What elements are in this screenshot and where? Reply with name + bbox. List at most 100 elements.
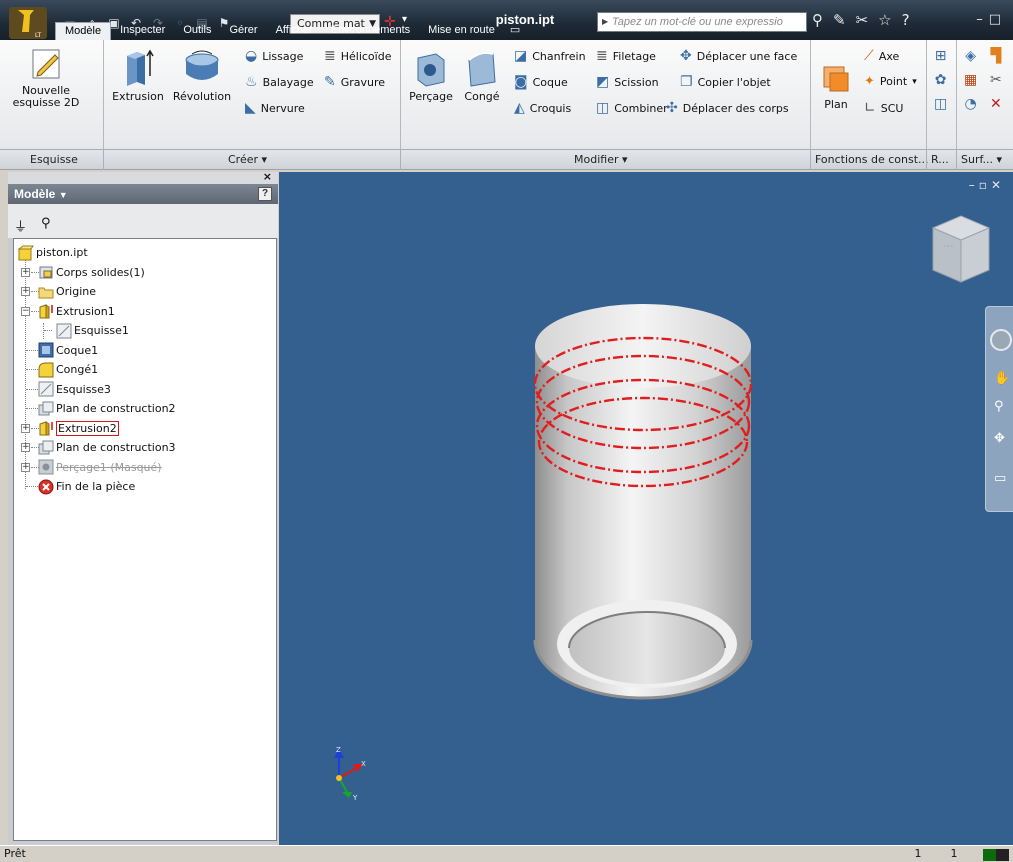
panel-r-label[interactable]: R... xyxy=(931,153,949,166)
close-icon[interactable]: × xyxy=(263,170,272,183)
gravure-button[interactable]: ✎ Gravure xyxy=(324,74,385,90)
binoculars-icon[interactable]: ⚲ xyxy=(812,11,823,29)
ucs-icon: ∟ xyxy=(864,100,876,116)
thicken-icon[interactable]: ◈ xyxy=(965,48,976,64)
tree-item-coque1[interactable]: Coque1 xyxy=(14,341,276,361)
panel-creer-label[interactable]: Créer ▾ xyxy=(228,153,267,166)
tab-outils[interactable]: Outils xyxy=(174,22,220,40)
helicoide-button[interactable]: ≣ Hélicoïde xyxy=(324,48,391,64)
deplacer-face-button[interactable]: ✥ Déplacer une face xyxy=(680,48,797,64)
revolution-button[interactable]: Révolution xyxy=(170,46,234,103)
browser-header[interactable]: Modèle ▼ ? xyxy=(8,184,278,204)
panel-fonctions-label[interactable]: Fonctions de const... xyxy=(815,153,929,166)
delete-face-icon[interactable]: ✕ xyxy=(990,96,1002,112)
deplacer-corps-button[interactable]: ✣ Déplacer des corps xyxy=(666,100,789,116)
nervure-button[interactable]: ◣ Nervure xyxy=(245,100,305,116)
tools-icon[interactable]: ✎ xyxy=(833,11,846,29)
copier-objet-button[interactable]: ❐ Copier l'objet xyxy=(680,74,771,90)
combiner-button[interactable]: ◫ Combiner xyxy=(596,100,668,116)
svg-text:LT: LT xyxy=(35,32,42,39)
minimize-icon[interactable]: – xyxy=(969,178,979,192)
chanfrein-button[interactable]: ◪ Chanfrein xyxy=(514,48,586,64)
ribbon-options-icon[interactable]: ▭ xyxy=(504,22,526,40)
tree-item-esquisse1[interactable]: Esquisse1 xyxy=(14,321,276,341)
copy-object-icon: ❐ xyxy=(680,74,693,90)
pan-icon[interactable]: ✋ xyxy=(994,371,1010,386)
coque-button[interactable]: ◙ Coque xyxy=(514,74,568,90)
help-icon[interactable]: ? xyxy=(902,11,910,29)
lissage-button[interactable]: ◒ Lissage xyxy=(245,48,303,64)
search-input[interactable]: ▶ Tapez un mot-clé ou une expressio xyxy=(597,12,807,32)
close-icon[interactable]: ✕ xyxy=(991,178,1005,192)
navigation-bar: ✋ ⚲ ✥ ▭ xyxy=(985,306,1013,512)
subscription-icon[interactable]: ✂ xyxy=(856,11,869,29)
circular-pattern-icon[interactable]: ✿ xyxy=(935,72,947,88)
solid-bodies-icon xyxy=(39,266,53,279)
zoom-icon[interactable]: ⚲ xyxy=(994,399,1004,414)
balayage-button[interactable]: ♨ Balayage xyxy=(245,74,314,90)
rectangular-pattern-icon[interactable]: ⊞ xyxy=(935,48,947,64)
tree-item-percage1[interactable]: + Perçage1 (Masqué) xyxy=(14,458,276,478)
expand-icon[interactable]: + xyxy=(21,443,30,453)
expand-icon[interactable]: + xyxy=(21,462,30,472)
work-point-icon: ✦ xyxy=(864,74,875,89)
scu-button[interactable]: ∟ SCU xyxy=(864,100,903,116)
patch-icon[interactable]: ◔ xyxy=(965,96,977,112)
tree-item-piston-ipt[interactable]: piston.ipt xyxy=(14,243,276,263)
expand-icon[interactable]: + xyxy=(21,423,30,433)
conge-button[interactable]: Congé xyxy=(460,46,504,103)
window-controls: –□ xyxy=(976,12,1007,27)
panel-modifier-label[interactable]: Modifier ▾ xyxy=(574,153,628,166)
tree-item-extrusion1[interactable]: − Extrusion1 xyxy=(14,302,276,322)
tree-item-conge1[interactable]: Congé1 xyxy=(14,360,276,380)
axe-button[interactable]: ⟋ Axe xyxy=(864,48,899,64)
tree-item-extrusion2[interactable]: + Extrusion2 xyxy=(14,419,276,439)
chevron-down-icon: ▼ xyxy=(58,190,68,200)
filter-icon[interactable]: ⏚ xyxy=(14,216,27,238)
tree-item-origine[interactable]: + Origine xyxy=(14,282,276,302)
minimize-icon[interactable]: – xyxy=(976,12,989,27)
help-icon[interactable]: ? xyxy=(258,187,272,201)
tab-modele[interactable]: Modèle xyxy=(55,22,112,40)
tab-afficher[interactable]: Afficher xyxy=(267,22,322,40)
expand-icon[interactable]: + xyxy=(21,287,30,297)
trim-icon[interactable]: ▜ xyxy=(990,48,1001,64)
new-sketch-button[interactable]: Nouvelle esquisse 2D xyxy=(10,46,82,109)
viewcube[interactable]: ◦◦◦ xyxy=(925,210,995,290)
favorites-icon[interactable]: ☆ xyxy=(878,11,891,29)
expand-icon[interactable]: + xyxy=(21,267,30,277)
binoculars-icon[interactable]: ⚲ xyxy=(41,216,51,238)
panel-surf-label[interactable]: Surf... ▾ xyxy=(961,153,1002,166)
tree-item-plan-construction2[interactable]: Plan de construction2 xyxy=(14,399,276,419)
percage-button[interactable]: Perçage xyxy=(406,46,456,103)
tree-item-esquisse3[interactable]: Esquisse3 xyxy=(14,380,276,400)
axis-x-label: X xyxy=(361,760,366,768)
scission-button[interactable]: ◩ Scission xyxy=(596,74,659,90)
steering-wheel-icon[interactable] xyxy=(990,329,1012,351)
point-button[interactable]: ✦ Point ▾ xyxy=(864,74,917,89)
tree-item-corps-solides[interactable]: + Corps solides(1) xyxy=(14,263,276,283)
collapse-icon[interactable]: − xyxy=(21,306,30,316)
tab-mise-en-route[interactable]: Mise en route xyxy=(419,22,504,40)
orbit-icon[interactable]: ✥ xyxy=(994,431,1005,446)
maximize-icon[interactable]: □ xyxy=(989,12,1007,27)
tab-inspecter[interactable]: Inspecter xyxy=(111,22,174,40)
panel-esquisse-label[interactable]: Esquisse xyxy=(30,153,78,166)
filetage-button[interactable]: ≣ Filetage xyxy=(596,48,656,64)
mirror-icon[interactable]: ◫ xyxy=(934,96,947,112)
stitch-icon[interactable]: ▦ xyxy=(964,72,977,88)
extrusion-button[interactable]: Extrusion xyxy=(110,46,166,103)
browser-grip[interactable]: × xyxy=(8,170,278,184)
plan-button[interactable]: Plan xyxy=(816,64,856,111)
tab-gerer[interactable]: Gérer xyxy=(220,22,266,40)
tree-item-fin-piece[interactable]: Fin de la pièce xyxy=(14,477,276,497)
tree-item-plan-construction3[interactable]: + Plan de construction3 xyxy=(14,438,276,458)
restore-icon[interactable]: ▫ xyxy=(979,178,991,192)
croquis-button[interactable]: ◭ Croquis xyxy=(514,100,571,116)
tab-environnements[interactable]: Environnements xyxy=(322,22,420,40)
extend-icon[interactable]: ✂ xyxy=(990,72,1002,88)
piston-3d-model[interactable] xyxy=(527,294,763,714)
inventor-app-icon[interactable]: LT xyxy=(8,6,48,40)
look-at-icon[interactable]: ▭ xyxy=(994,471,1006,486)
graphics-viewport[interactable]: –▫✕ ◦◦◦ ✋ ⚲ ✥ ▭ Z X Y xyxy=(279,172,1013,845)
